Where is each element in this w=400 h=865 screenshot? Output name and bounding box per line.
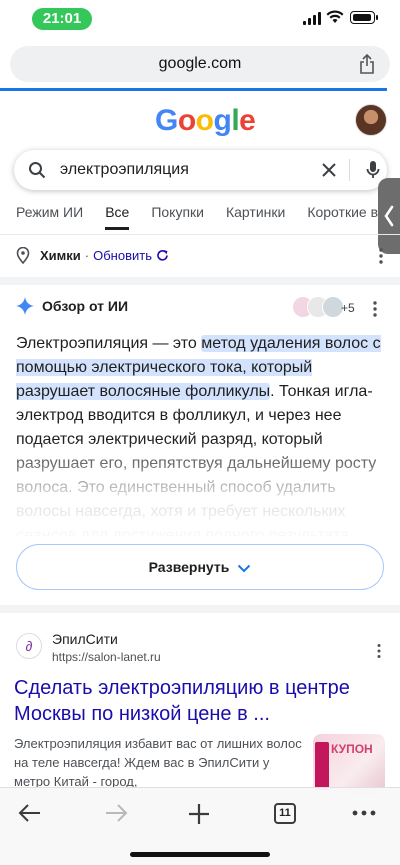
tab-short-videos[interactable]: Короткие в	[307, 204, 378, 230]
location-city: Химки	[40, 248, 81, 263]
google-logo[interactable]: Google	[155, 104, 256, 138]
battery-icon	[350, 11, 378, 24]
refresh-icon[interactable]	[156, 249, 169, 262]
section-divider	[0, 605, 400, 613]
expand-label: Развернуть	[148, 559, 230, 575]
tab-all[interactable]: Все	[105, 204, 130, 230]
expand-button[interactable]: Развернуть	[16, 544, 384, 590]
side-panel-handle[interactable]	[378, 178, 400, 254]
logo-letter: o	[195, 104, 214, 137]
home-indicator[interactable]	[130, 852, 270, 857]
separator: ·	[84, 248, 90, 263]
update-location-link[interactable]: Обновить	[93, 248, 152, 263]
more-menu-icon[interactable]	[352, 810, 376, 816]
text-fade-overlay	[0, 440, 400, 545]
result-title-link[interactable]: Сделать электроэпиляцию в центре Москвы …	[14, 675, 374, 727]
location-bar: Химки · Обновить	[16, 247, 169, 264]
status-bar: 21:01	[0, 0, 400, 38]
page-load-progress	[0, 88, 387, 91]
more-options-icon[interactable]	[372, 300, 378, 318]
logo-letter: G	[155, 104, 178, 137]
ai-overview-title: Обзор от ИИ	[42, 298, 129, 314]
address-bar[interactable]: google.com	[10, 46, 390, 82]
logo-letter: l	[231, 104, 240, 137]
forward-icon[interactable]	[104, 802, 128, 824]
ai-overview-header: Обзор от ИИ	[16, 297, 128, 315]
thumbnail-text: КУПОН	[331, 742, 373, 756]
ai-sparkle-icon	[16, 297, 34, 315]
divider	[0, 234, 400, 235]
search-query: электроэпиляция	[60, 161, 189, 178]
ai-text-lead: Электроэпиляция — это	[16, 335, 202, 352]
more-options-icon[interactable]	[376, 643, 382, 659]
result-site-name[interactable]: ЭпилСити	[52, 631, 118, 647]
logo-letter: e	[239, 104, 256, 137]
close-icon[interactable]	[320, 161, 338, 179]
mic-icon[interactable]	[366, 160, 380, 180]
share-icon[interactable]	[358, 54, 376, 74]
result-url[interactable]: https://salon-lanet.ru	[52, 650, 161, 664]
more-sources-count[interactable]: +5	[341, 301, 355, 315]
thumbnail-ribbon	[315, 742, 329, 790]
location-pin-icon	[16, 247, 30, 264]
more-options-icon[interactable]	[378, 247, 384, 265]
status-time: 21:01	[32, 8, 92, 30]
new-tab-icon[interactable]	[186, 802, 212, 826]
chevron-left-icon	[384, 205, 394, 227]
search-input[interactable]: электроэпиляция	[14, 150, 387, 190]
tab-shopping[interactable]: Покупки	[151, 204, 204, 230]
section-divider	[0, 277, 400, 285]
url-text: google.com	[158, 55, 242, 72]
tab-switcher-button[interactable]: 11	[274, 803, 296, 824]
logo-letter: g	[213, 104, 232, 137]
logo-letter: o	[177, 104, 196, 137]
site-favicon: ∂	[16, 633, 42, 659]
chevron-down-icon	[238, 564, 251, 573]
avatar[interactable]	[355, 104, 387, 136]
wifi-icon	[326, 10, 344, 23]
divider	[349, 159, 350, 181]
tab-ai-mode[interactable]: Режим ИИ	[16, 204, 83, 230]
result-thumbnail[interactable]: КУПОН	[313, 734, 385, 794]
search-tabs: Режим ИИ Все Покупки Картинки Короткие в	[16, 204, 400, 230]
back-icon[interactable]	[18, 802, 42, 824]
result-snippet: Электроэпиляция избавит вас от лишних во…	[14, 736, 302, 789]
search-icon	[29, 162, 46, 179]
signal-icon	[303, 12, 321, 25]
tab-images[interactable]: Картинки	[226, 204, 285, 230]
